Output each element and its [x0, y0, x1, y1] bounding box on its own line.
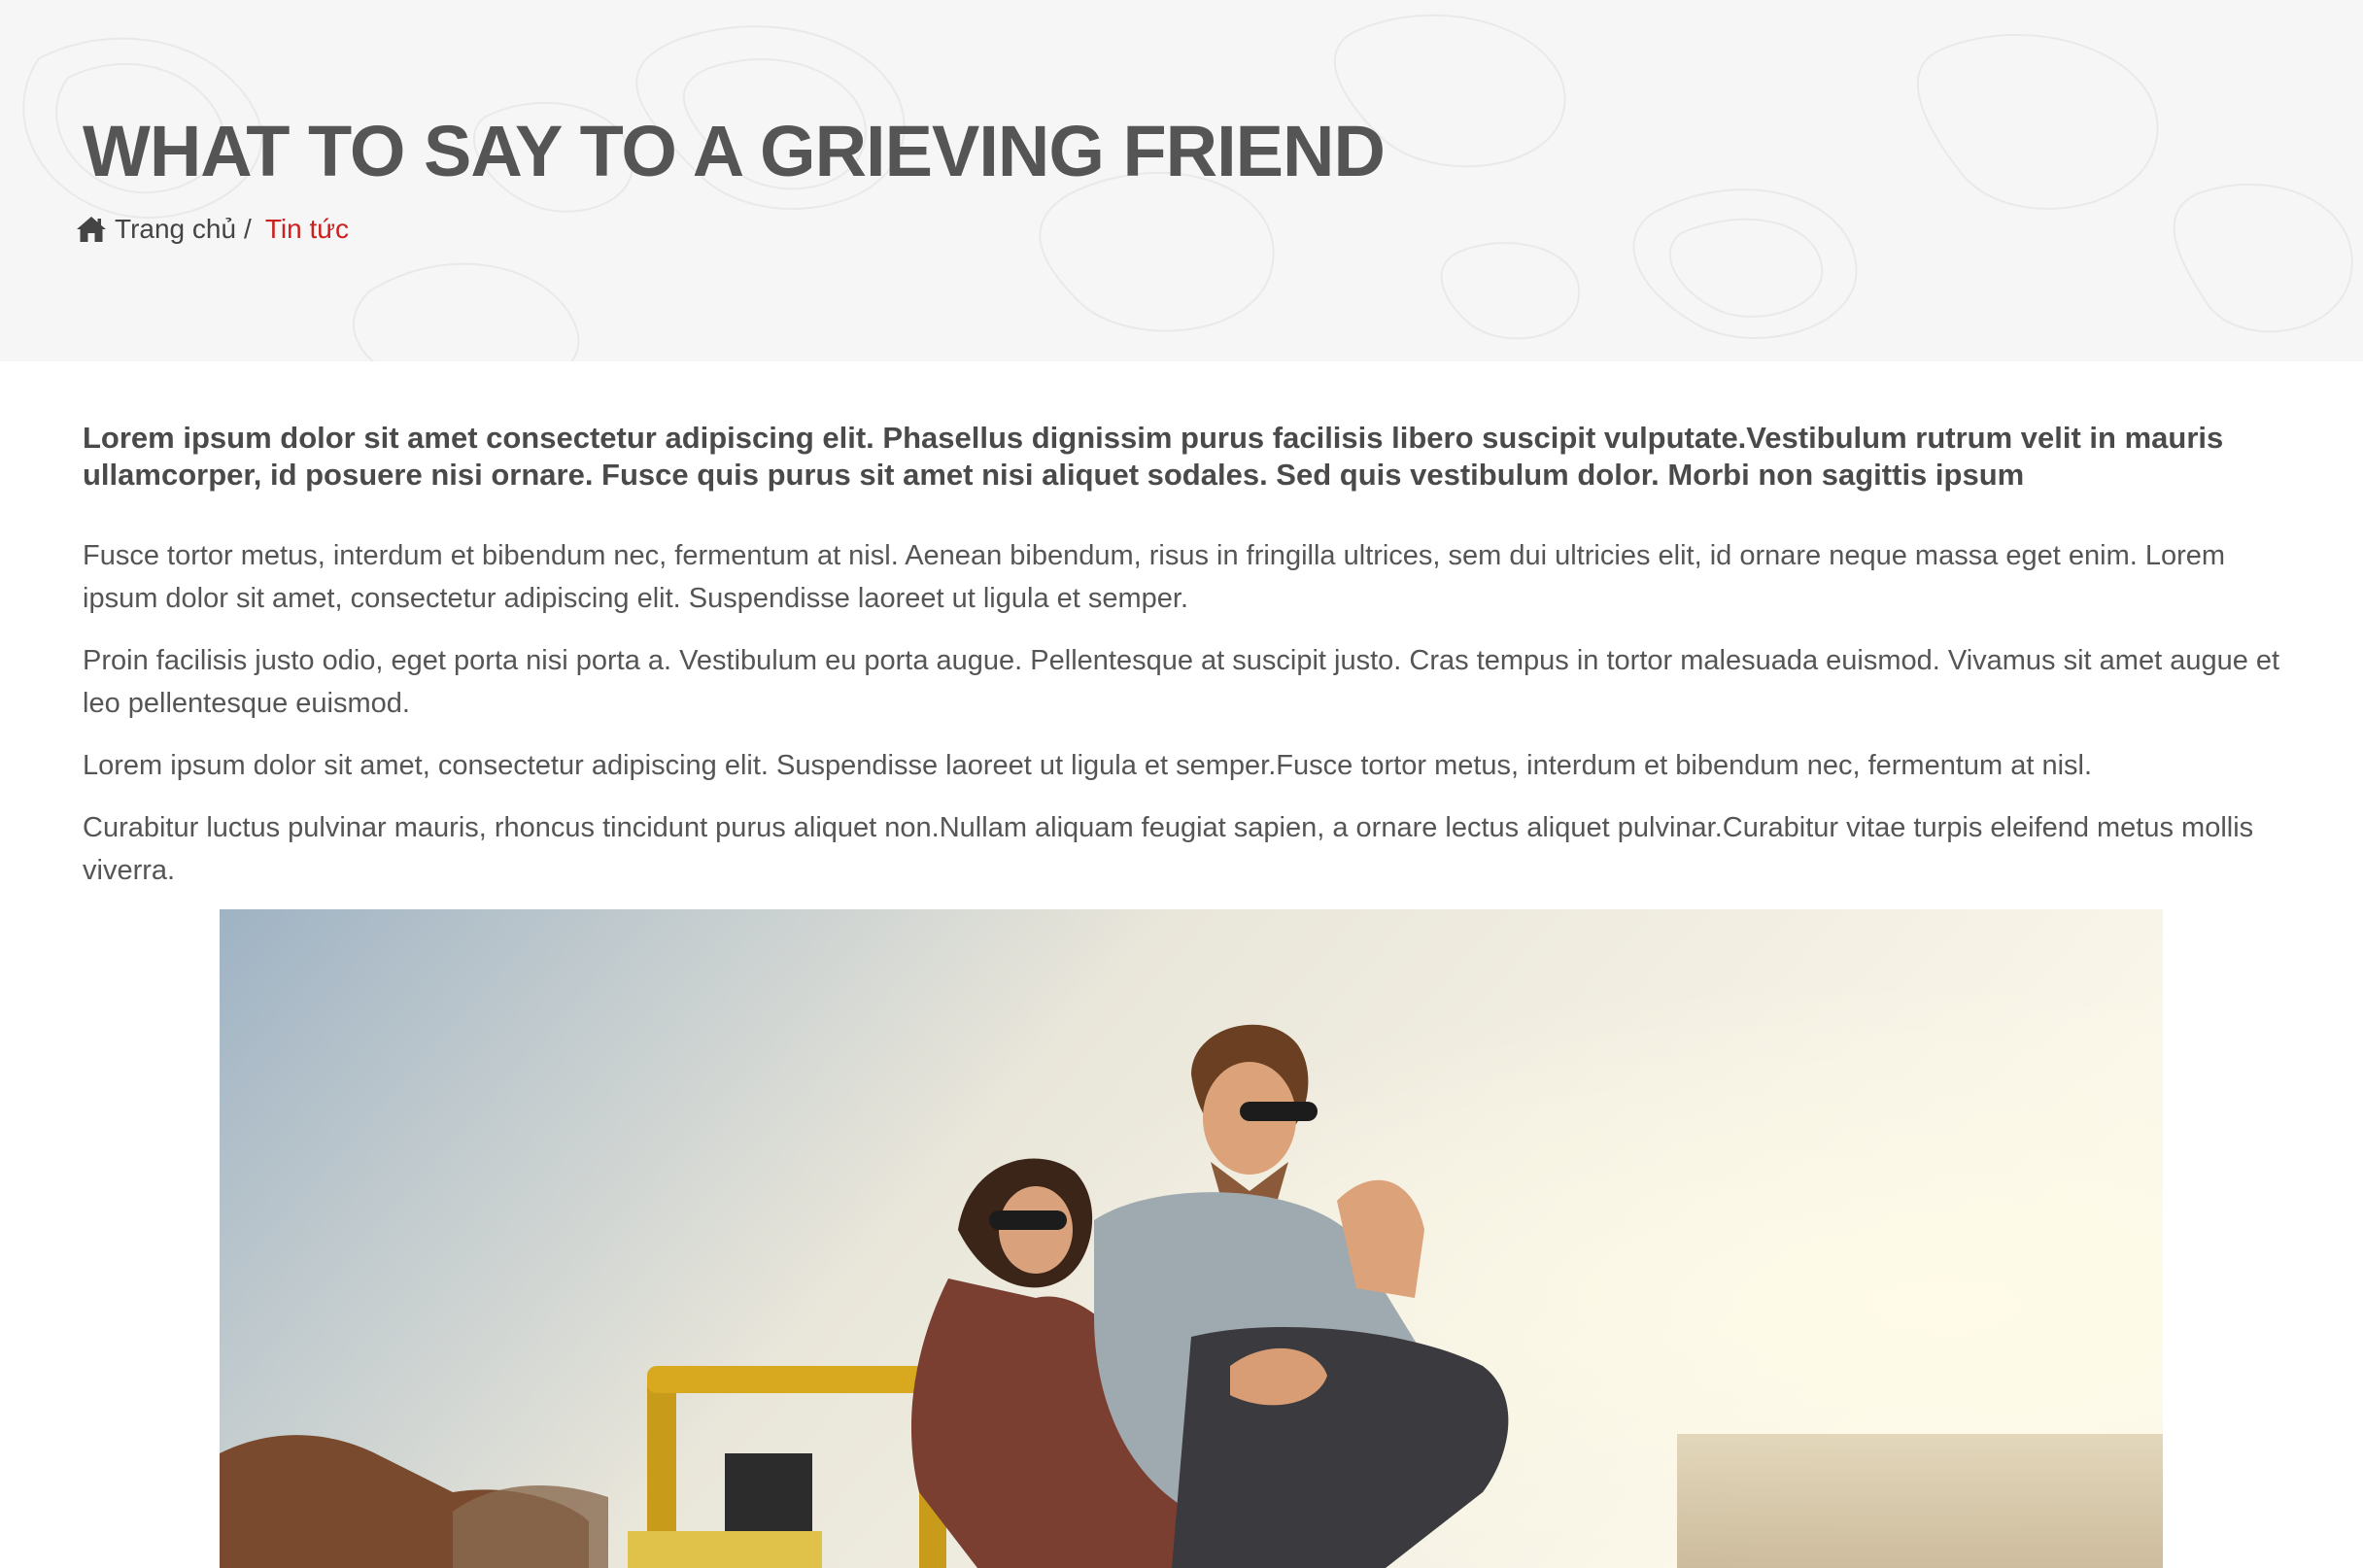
breadcrumb-current: Tin tức	[264, 214, 349, 244]
page-header: WHAT TO SAY TO A GRIEVING FRIEND Trang c…	[0, 0, 2363, 361]
article-content: Lorem ipsum dolor sit amet consectetur a…	[83, 420, 2288, 911]
article-paragraph-3: Lorem ipsum dolor sit amet, consectetur …	[83, 750, 2093, 781]
article-paragraph-2: Proin facilisis justo odio, eget porta n…	[83, 645, 2280, 719]
article-lead: Lorem ipsum dolor sit amet consectetur a…	[83, 421, 2224, 492]
article-image	[220, 909, 2163, 1568]
breadcrumb: Trang chủ / Tin tức	[76, 210, 349, 249]
breadcrumb-separator: /	[244, 214, 252, 244]
page-title: WHAT TO SAY TO A GRIEVING FRIEND	[83, 111, 1386, 191]
article-paragraph-4: Curabitur luctus pulvinar mauris, rhoncu…	[83, 812, 2254, 886]
home-icon[interactable]	[76, 215, 107, 244]
article-paragraph-1: Fusce tortor metus, interdum et bibendum…	[83, 540, 2226, 614]
breadcrumb-home-link[interactable]: Trang chủ	[115, 214, 236, 245]
